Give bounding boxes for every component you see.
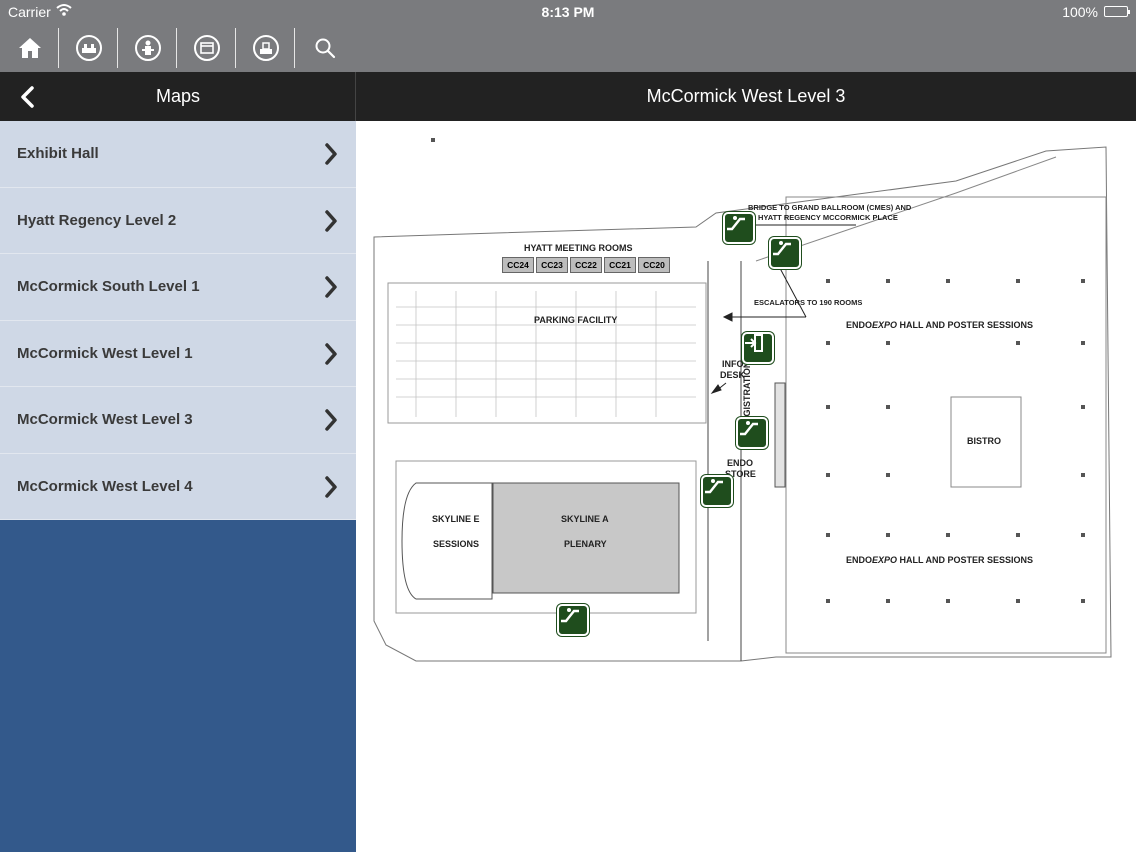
parking-label: PARKING FACILITY [534,315,618,325]
pane-divider [355,72,356,121]
skyline-e-label: SKYLINE E [432,514,480,524]
meeting-rooms-row: CC24 CC23 CC22 CC21 CC20 [502,257,672,273]
search-button[interactable] [295,24,354,72]
info-label: INFO [722,359,744,369]
sidebar: Maps Exhibit Hall Hyatt Regency Level 2 … [0,0,356,852]
list-item-label: McCormick West Level 3 [17,411,193,428]
skyline-e-sessions-label: SESSIONS [433,539,480,549]
escalator-icon [740,421,758,436]
bridge-label-2: HYATT REGENCY MCCORMICK PLACE [758,213,898,222]
escalator-icon [727,216,745,231]
skyline-a-label: SKYLINE A [561,514,609,524]
plenary-label: PLENARY [564,539,607,549]
list-item[interactable]: McCormick West Level 4 [0,454,356,520]
battery-percent: 100% [1062,4,1098,20]
escalator-marker[interactable] [723,212,755,244]
chevron-right-icon [325,342,337,365]
endo-store-label-1: ENDO [727,458,754,468]
detail-title: McCormick West Level 3 [646,86,846,106]
schedule-button[interactable] [177,24,236,72]
chevron-right-icon [325,276,337,298]
list-item[interactable]: Exhibit Hall [0,121,356,188]
room-cc24[interactable]: CC24 [502,257,534,273]
list-item[interactable]: McCormick West Level 1 [0,321,356,387]
detail-title-bar: McCormick West Level 3 [356,72,1136,121]
escalator-icon [705,479,723,494]
list-item[interactable]: McCormick South Level 1 [0,254,356,321]
home-button[interactable] [0,24,59,72]
escalator-marker[interactable] [769,237,801,269]
search-icon [315,38,335,59]
escalator-icon [773,241,791,256]
escalators-label: ESCALATORS TO 190 ROOMS [754,298,863,307]
escalator-marker[interactable] [557,604,589,636]
home-icon [18,38,41,58]
list-item[interactable]: McCormick West Level 3 [0,387,356,454]
list-item-label: Exhibit Hall [17,145,99,162]
hyatt-meeting-rooms-label: HYATT MEETING ROOMS [524,243,633,253]
status-bar: Carrier 8:13 PM 100% [0,0,1136,24]
battery-icon [1104,6,1130,17]
maps-list: Exhibit Hall Hyatt Regency Level 2 McCor… [0,121,356,520]
room-cc23[interactable]: CC23 [536,257,568,273]
expo-hall-label-top: ENDOEXPO HALL AND POSTER SESSIONS [846,320,1034,330]
list-item[interactable]: Hyatt Regency Level 2 [0,188,356,254]
exit-marker[interactable] [742,332,774,364]
calendar-icon [193,35,220,61]
room-cc21[interactable]: CC21 [604,257,636,273]
escalator-marker[interactable] [736,417,768,449]
booth-icon [252,35,279,61]
room-cc22[interactable]: CC22 [570,257,602,273]
exit-icon [745,334,763,352]
chevron-right-icon [325,143,337,165]
list-item-label: McCormick South Level 1 [17,278,200,295]
exhibits-button[interactable] [59,24,118,72]
list-item-label: McCormick West Level 1 [17,344,193,362]
speakers-button[interactable] [118,24,177,72]
speaker-icon [134,35,161,61]
exhibits-icon [75,35,102,61]
chevron-right-icon [325,409,337,431]
expo-hall-label-bottom: ENDOEXPO HALL AND POSTER SESSIONS [846,555,1034,565]
list-item-label: Hyatt Regency Level 2 [17,211,177,229]
bridge-label-1: BRIDGE TO GRAND BALLROOM (CMES) AND [748,203,912,212]
chevron-right-icon [325,209,337,232]
escalator-marker[interactable] [701,475,733,507]
clock: 8:13 PM [541,4,595,20]
chevron-right-icon [325,475,337,498]
escalator-icon [561,608,579,623]
bistro-label: BISTRO [967,436,1002,446]
nav-bar: Maps [0,72,356,121]
nav-title: Maps [155,86,200,106]
booth-button[interactable] [236,24,295,72]
floor-map[interactable]: HYATT MEETING ROOMS CC24 CC23 CC22 CC21 … [356,121,1136,852]
detail-pane: McCormick West Level 3 HYATT MEETING ROO… [356,0,1136,852]
room-cc20[interactable]: CC20 [638,257,670,273]
list-item-label: McCormick West Level 4 [17,477,193,495]
